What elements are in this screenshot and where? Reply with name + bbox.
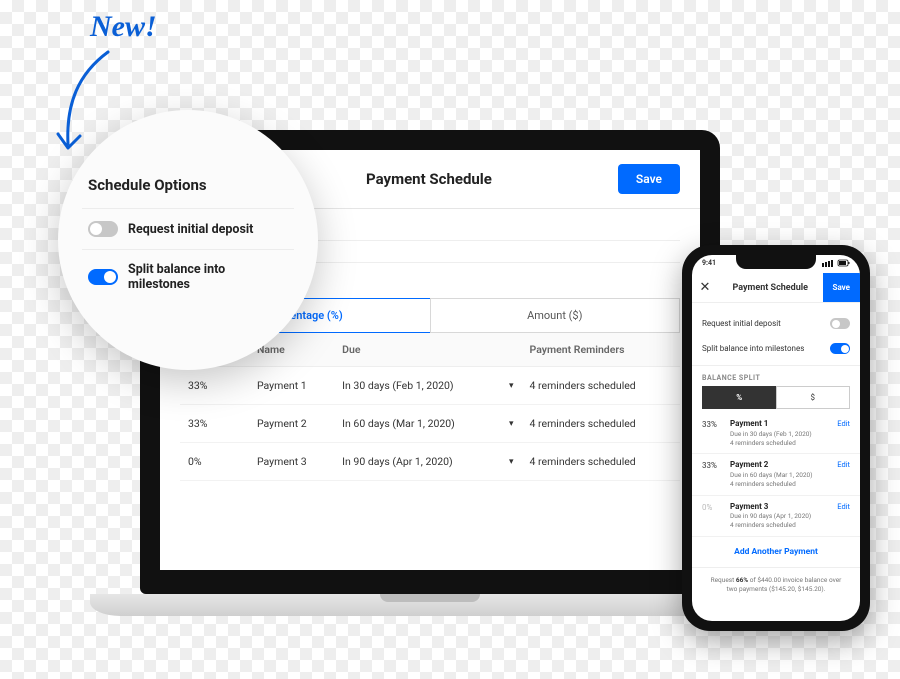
status-icons [822, 259, 850, 269]
summary-text: Request 66% of $440.00 invoice balance o… [692, 568, 860, 602]
chevron-down-icon[interactable]: ▾ [501, 405, 522, 443]
tab-amount[interactable]: Amount ($) [430, 298, 681, 333]
cell-amount: 33% [180, 405, 249, 443]
payment-reminders: 4 reminders scheduled [730, 480, 831, 489]
edit-button[interactable]: Edit [837, 502, 850, 511]
save-button[interactable]: Save [618, 164, 680, 194]
option-initial-deposit: Request initial deposit [82, 208, 294, 249]
list-item: 33% Payment 1 Due in 30 days (Feb 1, 202… [692, 413, 860, 454]
toggle-initial-deposit[interactable] [88, 221, 118, 237]
cell-amount: 33% [702, 419, 724, 447]
cell-name: Payment 1 [249, 367, 334, 405]
toggle-initial-deposit[interactable] [830, 318, 850, 329]
phone-screen: 9:41 ✕ Payment Schedule Save Request [692, 255, 860, 621]
option-label: Request initial deposit [702, 319, 781, 328]
status-time: 9:41 [702, 259, 716, 269]
cell-reminders[interactable]: 4 reminders scheduled [522, 405, 680, 443]
list-item: 0% Payment 3 Due in 90 days (Apr 1, 2020… [692, 496, 860, 537]
phone-option-deposit: Request initial deposit [702, 311, 850, 336]
payment-reminders: 4 reminders scheduled [730, 521, 831, 530]
chevron-down-icon[interactable]: ▾ [501, 367, 522, 405]
laptop-base [90, 594, 770, 616]
close-icon[interactable]: ✕ [692, 274, 718, 301]
toggle-split-milestones[interactable] [88, 269, 118, 285]
cell-reminders[interactable]: 4 reminders scheduled [522, 443, 680, 481]
cell-due[interactable]: In 30 days (Feb 1, 2020) [334, 367, 501, 405]
cell-due[interactable]: In 60 days (Mar 1, 2020) [334, 405, 501, 443]
table-row: 0% Payment 3 In 90 days (Apr 1, 2020) ▾ … [180, 443, 680, 481]
payment-name: Payment 1 [730, 419, 831, 430]
payment-due: Due in 60 days (Mar 1, 2020) [730, 471, 831, 480]
payment-due: Due in 30 days (Feb 1, 2020) [730, 430, 831, 439]
option-label: Request initial deposit [128, 222, 253, 237]
cell-amount: 33% [702, 460, 724, 488]
edit-button[interactable]: Edit [837, 460, 850, 469]
cell-due[interactable]: In 90 days (Apr 1, 2020) [334, 443, 501, 481]
option-split-milestones: Split balance into milestones [82, 249, 294, 304]
payment-name: Payment 3 [730, 502, 831, 513]
cell-reminders[interactable]: 4 reminders scheduled [522, 367, 680, 405]
option-label: Split balance into milestones [702, 344, 804, 353]
chevron-down-icon[interactable]: ▾ [501, 443, 522, 481]
toggle-split-milestones[interactable] [830, 343, 850, 354]
option-label: Split balance into milestones [128, 262, 288, 292]
tab-amount[interactable]: $ [776, 386, 851, 409]
cell-amount: 0% [180, 443, 249, 481]
payments-table: Amount Name Due Payment Reminders 33% Pa… [180, 333, 680, 481]
cell-amount: 0% [702, 502, 724, 530]
table-row: 33% Payment 2 In 60 days (Mar 1, 2020) ▾… [180, 405, 680, 443]
payment-name: Payment 2 [730, 460, 831, 471]
table-row: 33% Payment 1 In 30 days (Feb 1, 2020) ▾… [180, 367, 680, 405]
col-reminders: Payment Reminders [522, 333, 680, 367]
payment-due: Due in 90 days (Apr 1, 2020) [730, 512, 831, 521]
phone-save-button[interactable]: Save [823, 273, 860, 302]
phone-header: ✕ Payment Schedule Save [692, 273, 860, 303]
cell-name: Payment 3 [249, 443, 334, 481]
phone-split-tabs: % $ [702, 386, 850, 409]
edit-button[interactable]: Edit [837, 419, 850, 428]
col-due: Due [334, 333, 501, 367]
balance-split-label: BALANCE SPLIT [692, 365, 860, 386]
callout-title: Schedule Options [88, 176, 294, 194]
phone-option-milestones: Split balance into milestones [702, 336, 850, 361]
phone-payments-list: 33% Payment 1 Due in 30 days (Feb 1, 202… [692, 409, 860, 537]
cell-name: Payment 2 [249, 405, 334, 443]
cell-amount: 33% [180, 367, 249, 405]
phone-title: Payment Schedule [718, 275, 823, 301]
payment-reminders: 4 reminders scheduled [730, 439, 831, 448]
phone-notch [736, 255, 816, 269]
phone-frame: 9:41 ✕ Payment Schedule Save Request [682, 245, 870, 631]
new-badge: New! [90, 10, 157, 44]
tab-percentage[interactable]: % [702, 386, 776, 409]
list-item: 33% Payment 2 Due in 60 days (Mar 1, 202… [692, 454, 860, 495]
schedule-options-callout: Schedule Options Request initial deposit… [58, 110, 318, 370]
add-payment-button[interactable]: Add Another Payment [692, 537, 860, 568]
phone-schedule-options: Request initial deposit Split balance in… [692, 303, 860, 365]
